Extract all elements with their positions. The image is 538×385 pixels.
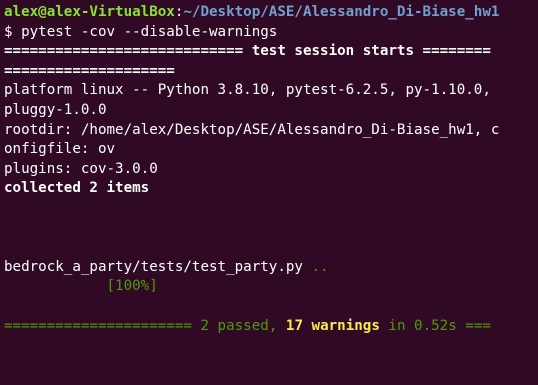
session-header-title: test session starts: [251, 43, 415, 60]
test-file-path: bedrock_a_party/tests/test_party.py: [4, 258, 303, 275]
session-header: ============================ test sessio…: [4, 42, 538, 62]
summary-left-bar: ======================: [4, 317, 201, 334]
test-dots: ..: [302, 258, 329, 275]
rootdir-line: rootdir: /home/alex/Desktop/ASE/Alessand…: [4, 121, 500, 138]
summary-line: ====================== 2 passed, 17 warn…: [4, 317, 538, 337]
progress-indicator: [100%]: [106, 278, 158, 295]
prompt-symbol: $: [4, 23, 13, 40]
summary-comma: ,: [268, 317, 286, 334]
test-result-line: bedrock_a_party/tests/test_party.py ..: [4, 258, 538, 278]
prompt-user-host: alex@alex-VirtualBox: [4, 4, 175, 20]
prompt-path: ~/Desktop/ASE/Alessandro_Di-Biase_hw1: [183, 4, 500, 20]
summary-right-bar: ===: [465, 317, 491, 334]
terminal-window[interactable]: alex@alex-VirtualBox:~/Desktop/ASE/Aless…: [0, 0, 538, 385]
summary-warnings: 17 warnings: [285, 317, 380, 334]
configfile-line: onfigfile: ov: [4, 141, 116, 158]
plugins-line: plugins: cov-3.0.0: [4, 160, 158, 177]
progress-line: [100%]: [4, 277, 538, 297]
summary-passed: 2 passed: [200, 317, 269, 334]
command-line: $ pytest -cov --disable-warnings: [4, 23, 538, 43]
session-header-left: ============================: [4, 43, 252, 60]
prompt-line: alex@alex-VirtualBox:~/Desktop/ASE/Aless…: [4, 3, 538, 23]
platform-line: platform linux -- Python 3.8.10, pytest-…: [4, 82, 491, 99]
session-header-wrap: ====================: [4, 62, 175, 79]
session-header-right: ========: [414, 43, 491, 60]
pluggy-line: pluggy-1.0.0: [4, 101, 107, 118]
collected-line: collected 2 items: [4, 180, 150, 197]
command-text: pytest -cov --disable-warnings: [21, 23, 278, 40]
summary-time: in 0.52s: [379, 317, 466, 334]
